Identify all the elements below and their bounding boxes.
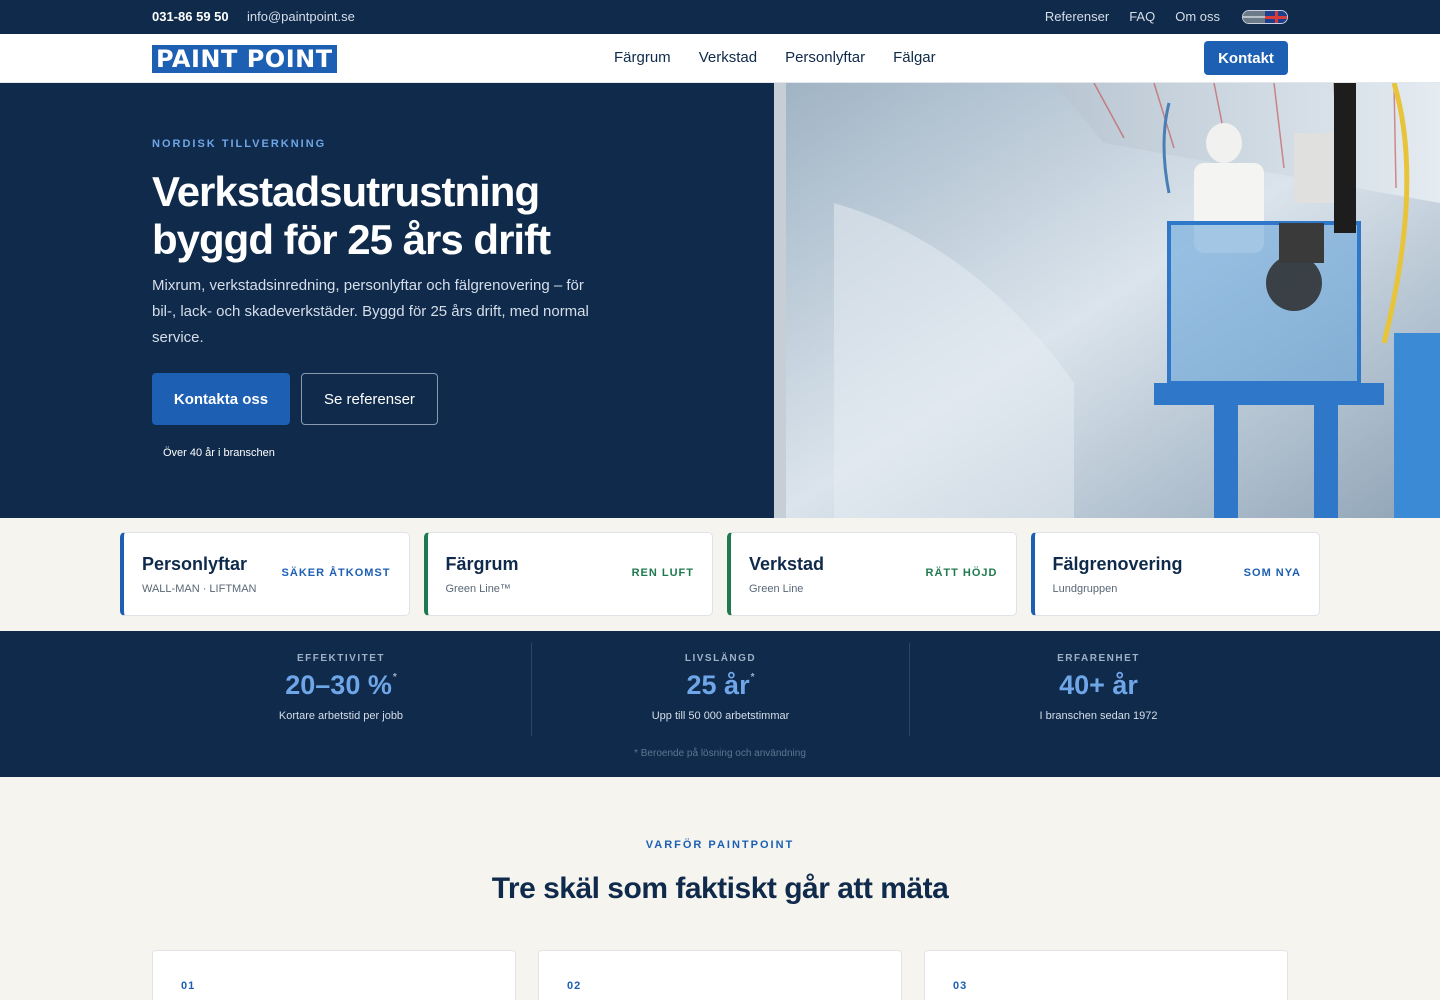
top-links: Referenser FAQ Om oss xyxy=(1045,9,1288,24)
hero-subtitle: Mixrum, verkstadsinredning, personlyftar… xyxy=(152,277,589,346)
stat-label: ERFARENHET xyxy=(1057,653,1140,664)
stat-value: 40+ år xyxy=(1059,670,1138,700)
top-link-faq[interactable]: FAQ xyxy=(1129,9,1155,24)
why-title: Tre skäl som faktiskt går att mäta xyxy=(491,872,949,905)
stat-livslangd: LIVSLÄNGD 25 år* Upp till 50 000 arbetst… xyxy=(531,643,909,736)
hero-spray-painter-image xyxy=(774,83,1440,518)
email-link[interactable]: info@paintpoint.se xyxy=(247,9,355,24)
card-badge: SOM NYA xyxy=(1243,567,1301,579)
top-link-om-oss[interactable]: Om oss xyxy=(1175,9,1220,24)
flag-sweden-uk-icon[interactable] xyxy=(1242,9,1288,24)
card-badge: REN LUFT xyxy=(631,567,694,579)
hero-section: NORDISK TILLVERKNING Verkstadsutrustning… xyxy=(0,83,1440,518)
card-falgrenovering[interactable]: Fälgrenovering Lundgruppen SOM NYA xyxy=(1030,532,1320,616)
card-verkstad[interactable]: Verkstad Green Line RÄTT HÖJD xyxy=(727,532,1017,616)
main-header: PAINT POINT Färgrum Verkstad Personlyfta… xyxy=(0,34,1440,83)
card-subtitle: Green Line xyxy=(749,583,804,595)
why-eyebrow: VARFÖR PAINTPOINT xyxy=(645,839,795,851)
stat-value-row: 20–30 %* xyxy=(152,670,530,701)
card-subtitle: Green Line™ xyxy=(445,583,511,595)
hero-eyebrow: NORDISK TILLVERKNING xyxy=(152,138,327,150)
se-referenser-button[interactable]: Se referenser xyxy=(301,373,438,425)
stat-label: EFFEKTIVITET xyxy=(297,653,385,664)
card-subtitle: WALL-MAN · LIFTMAN xyxy=(142,583,257,595)
top-link-referenser[interactable]: Referenser xyxy=(1045,9,1109,24)
card-personlyftar[interactable]: Personlyftar WALL-MAN · LIFTMAN SÄKER ÅT… xyxy=(120,532,410,616)
top-bar: 031-86 59 50 info@paintpoint.se Referens… xyxy=(0,0,1440,34)
category-cards: Personlyftar WALL-MAN · LIFTMAN SÄKER ÅT… xyxy=(120,532,1320,616)
flag-sweden-icon xyxy=(1243,10,1265,23)
reason-number: 01 xyxy=(181,980,196,992)
nav-fargrum[interactable]: Färgrum xyxy=(614,49,671,66)
reason-card-2: 02 xyxy=(538,950,902,1000)
logo-text: PAINT POINT xyxy=(156,45,333,73)
main-nav: Färgrum Verkstad Personlyftar Fälgar xyxy=(614,49,936,66)
paintpoint-logo[interactable]: PAINT POINT xyxy=(152,45,337,73)
reason-card-3: 03 xyxy=(924,950,1288,1000)
kontakt-button[interactable]: Kontakt xyxy=(1204,41,1288,75)
card-subtitle: Lundgruppen xyxy=(1052,583,1118,595)
stat-value-row: 25 år* xyxy=(532,670,909,701)
card-title: Verkstad xyxy=(749,554,825,574)
nav-verkstad[interactable]: Verkstad xyxy=(699,49,757,66)
stat-description: Upp till 50 000 arbetstimmar xyxy=(651,710,790,722)
stats-band: EFFEKTIVITET 20–30 %* Kortare arbetstid … xyxy=(0,631,1440,777)
nav-personlyftar[interactable]: Personlyftar xyxy=(785,49,865,66)
stat-description: I branschen sedan 1972 xyxy=(1039,710,1158,722)
reason-number: 03 xyxy=(953,980,968,992)
stat-erfarenhet: ERFARENHET 40+ år I branschen sedan 1972 xyxy=(909,643,1287,736)
stat-value: 20–30 % xyxy=(285,670,392,700)
phone-link[interactable]: 031-86 59 50 xyxy=(152,9,229,24)
card-badge: RÄTT HÖJD xyxy=(925,567,998,579)
card-title: Fälgrenovering xyxy=(1052,554,1183,574)
hero-note: Över 40 år i branschen xyxy=(163,447,275,459)
stats-footnote: * Beroende på lösning och användning xyxy=(634,748,806,759)
flag-uk-icon xyxy=(1265,10,1287,23)
stat-value-row: 40+ år xyxy=(910,670,1287,701)
footnote-mark: * xyxy=(750,672,755,683)
stat-effektivitet: EFFEKTIVITET 20–30 %* Kortare arbetstid … xyxy=(152,643,530,736)
reason-number: 02 xyxy=(567,980,582,992)
stat-description: Kortare arbetstid per jobb xyxy=(278,710,404,722)
reason-card-1: 01 xyxy=(152,950,516,1000)
card-badge: SÄKER ÅTKOMST xyxy=(281,567,391,579)
card-title: Personlyftar xyxy=(142,554,248,574)
kontakta-oss-button[interactable]: Kontakta oss xyxy=(152,373,290,425)
card-fargrum[interactable]: Färgrum Green Line™ REN LUFT xyxy=(423,532,713,616)
stat-value: 25 år xyxy=(686,670,750,700)
card-title: Färgrum xyxy=(445,554,519,574)
footnote-mark: * xyxy=(392,672,397,683)
stat-label: LIVSLÄNGD xyxy=(684,653,757,664)
nav-falgar[interactable]: Fälgar xyxy=(893,49,936,66)
hero-title: Verkstadsutrustning byggd för 25 års dri… xyxy=(152,168,551,263)
